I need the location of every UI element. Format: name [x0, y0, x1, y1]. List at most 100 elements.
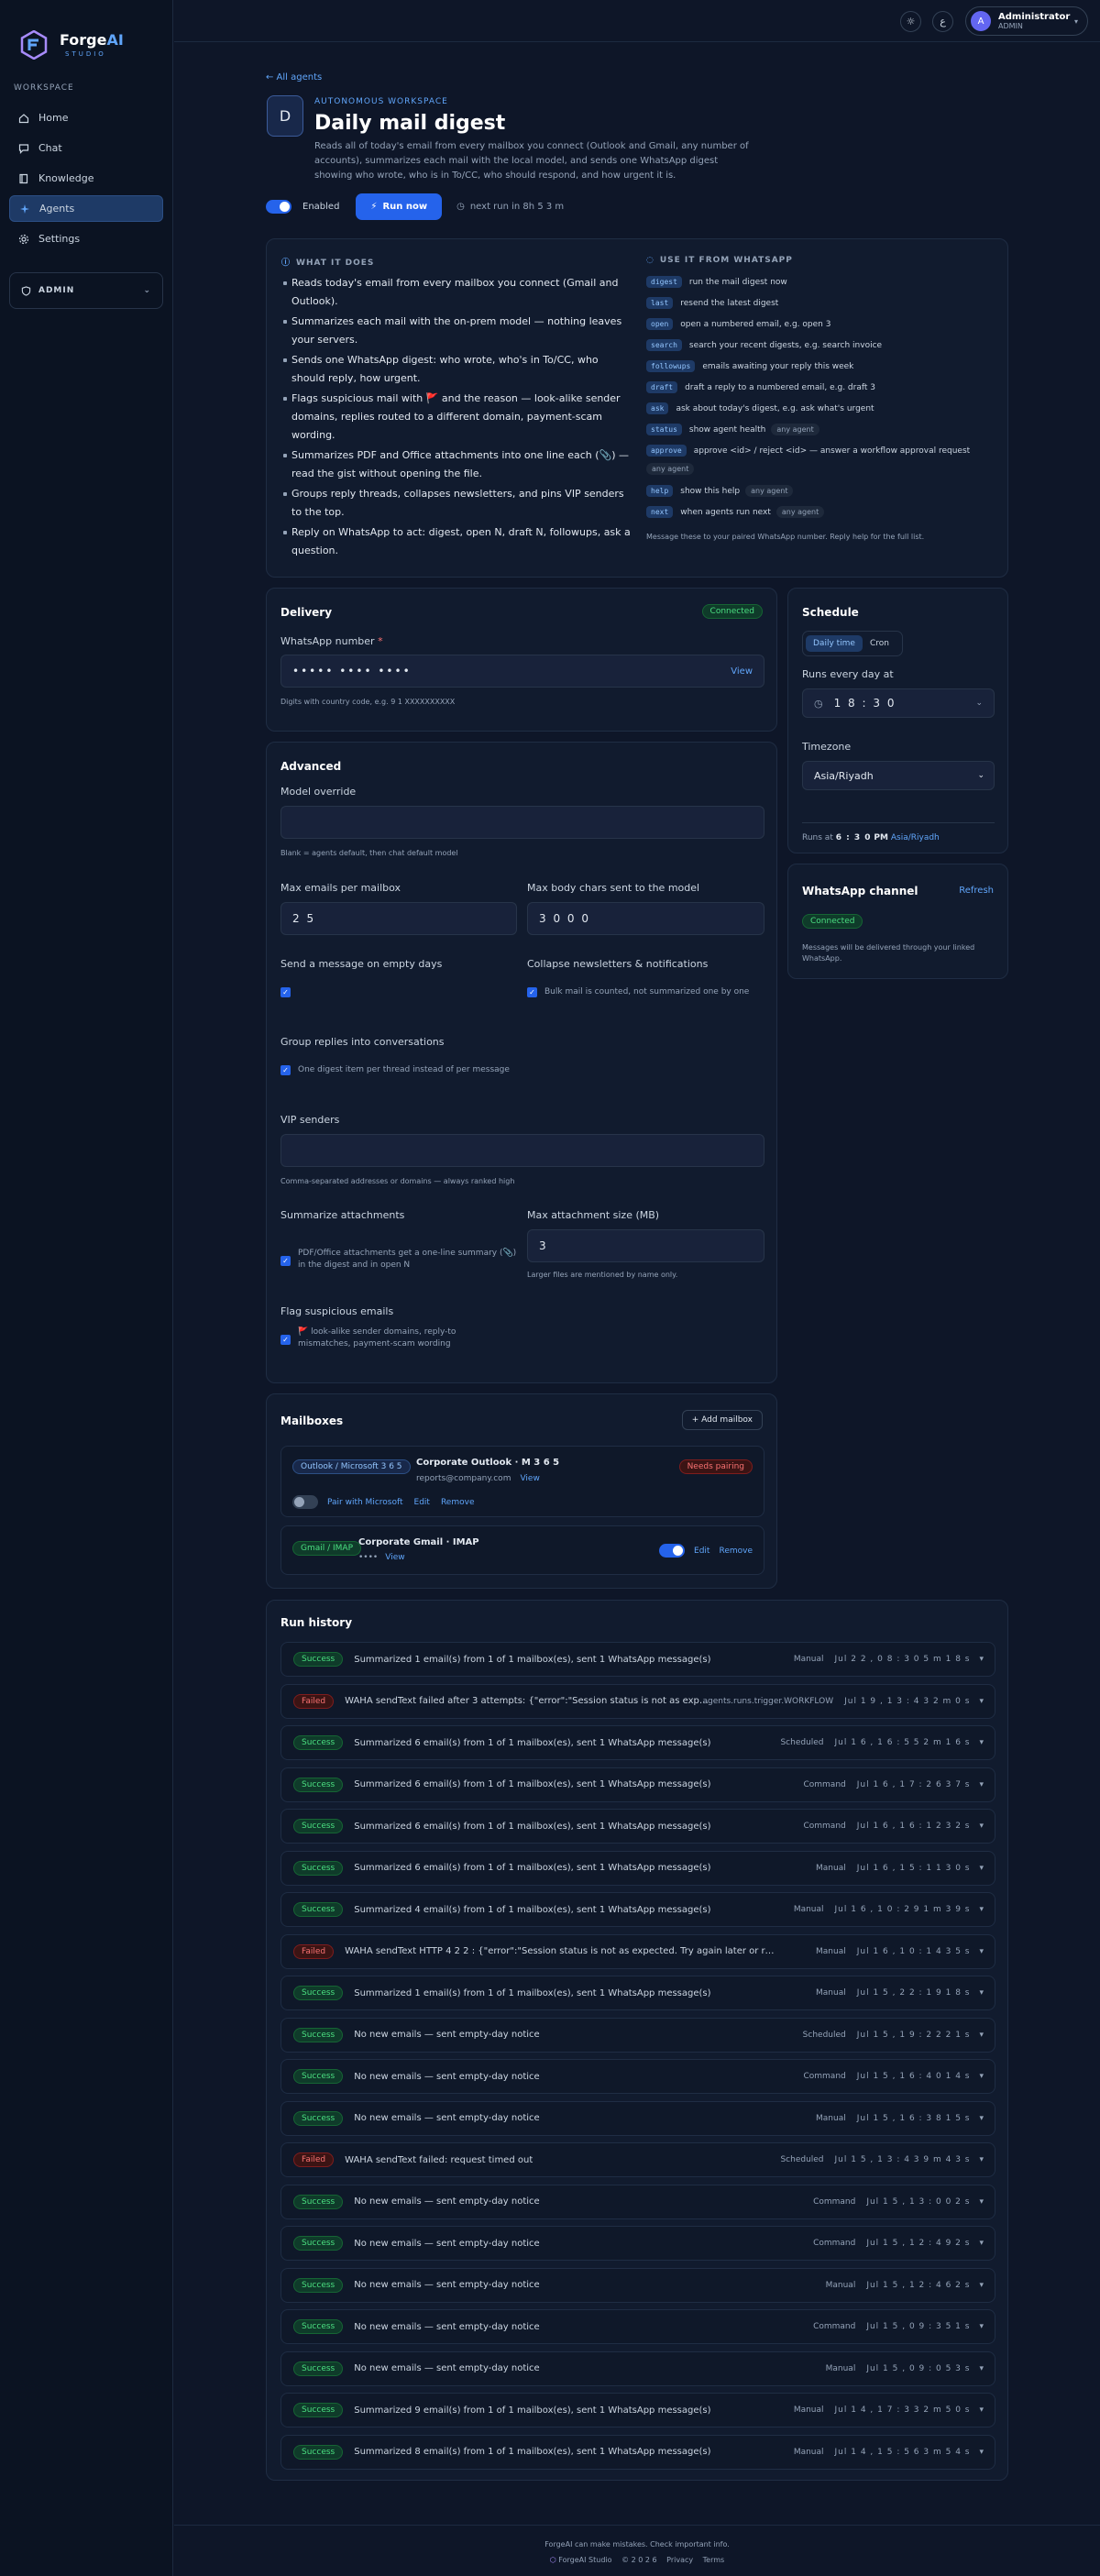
- history-meta: Scheduled Jul 1 5 , 1 3 : 4 3 9 m 4 3 s ▾: [780, 2155, 984, 2164]
- refresh-button[interactable]: Refresh: [959, 886, 994, 896]
- history-row[interactable]: Failed WAHA sendText failed: request time…: [280, 2142, 996, 2177]
- remove-button[interactable]: Remove: [441, 1498, 475, 1507]
- terms-link[interactable]: Terms: [703, 2556, 725, 2564]
- theme-toggle-button[interactable]: ☼: [900, 11, 921, 32]
- view-link[interactable]: View: [520, 1474, 539, 1483]
- command-row: next when agents run next any agent: [646, 506, 825, 518]
- brand[interactable]: ForgeAI STUDIO: [0, 0, 172, 72]
- tab-cron[interactable]: Cron: [863, 635, 896, 652]
- chevron-down-icon: ⌄: [975, 699, 984, 708]
- history-row[interactable]: Success No new emails — sent empty-day no…: [280, 2350, 996, 2386]
- history-row[interactable]: Failed WAHA sendText HTTP 4 2 2 : {"error…: [280, 1933, 996, 1969]
- summarize-attachments-checkbox[interactable]: ✓: [280, 1256, 291, 1266]
- command-row: followups emails awaiting your reply this…: [646, 360, 853, 372]
- collapse-checkbox[interactable]: ✓: [527, 987, 537, 997]
- sidebar-item-home[interactable]: Home: [9, 105, 163, 131]
- chevron-down-icon[interactable]: ▾: [979, 2031, 984, 2040]
- history-trigger: Manual: [825, 2280, 856, 2290]
- edit-button[interactable]: Edit: [694, 1547, 710, 1556]
- feature-bullet: Summarizes PDF and Office attachments in…: [283, 446, 631, 483]
- status-badge: Connected: [802, 914, 864, 929]
- chevron-down-icon[interactable]: ▾: [979, 1947, 984, 1956]
- chevron-down-icon[interactable]: ▾: [979, 2155, 984, 2164]
- chevron-down-icon[interactable]: ▾: [979, 2448, 984, 2457]
- sidebar-item-settings[interactable]: Settings: [9, 226, 163, 252]
- chevron-down-icon[interactable]: ▾: [979, 1655, 984, 1664]
- history-row[interactable]: Success Summarized 1 email(s) from 1 of 1…: [280, 1976, 996, 2010]
- history-row[interactable]: Success Summarized 6 email(s) from 1 of 1…: [280, 1725, 996, 1760]
- history-trigger: Manual: [816, 2113, 846, 2123]
- history-row[interactable]: Success No new emails — sent empty-day no…: [280, 2017, 996, 2053]
- chevron-down-icon[interactable]: ▾: [979, 2239, 984, 2248]
- empty-days-checkbox[interactable]: ✓: [280, 987, 291, 997]
- group-replies-checkbox[interactable]: ✓: [280, 1065, 291, 1075]
- chevron-down-icon[interactable]: ▾: [979, 2281, 984, 2290]
- command-row: ask ask about today's digest, e.g. ask wh…: [646, 402, 874, 414]
- history-row[interactable]: Success Summarized 6 email(s) from 1 of 1…: [280, 1767, 996, 1802]
- vip-senders-field[interactable]: [280, 1134, 764, 1167]
- language-button[interactable]: ع: [932, 11, 953, 32]
- advanced-card: Advanced Model override Blank = agents d…: [266, 742, 777, 1383]
- history-row[interactable]: Success Summarized 6 email(s) from 1 of 1…: [280, 1850, 996, 1886]
- max-chars-field[interactable]: 3 0 0 0: [527, 902, 764, 935]
- mailbox-enabled-toggle[interactable]: [292, 1495, 318, 1509]
- user-menu[interactable]: A Administrator ADMIN ▾: [965, 6, 1088, 36]
- enabled-toggle[interactable]: [266, 199, 292, 214]
- history-row[interactable]: Success Summarized 8 email(s) from 1 of 1…: [280, 2434, 996, 2470]
- max-emails-field[interactable]: 2 5: [280, 902, 517, 935]
- command-chip: help: [646, 485, 674, 497]
- history-row[interactable]: Success Summarized 6 email(s) from 1 of 1…: [280, 1809, 996, 1844]
- max-attachment-field[interactable]: 3: [527, 1229, 764, 1262]
- chevron-down-icon[interactable]: ▾: [979, 1905, 984, 1914]
- history-row[interactable]: Failed WAHA sendText failed after 3 attem…: [280, 1683, 996, 1719]
- history-row[interactable]: Success No new emails — sent empty-day no…: [280, 2059, 996, 2094]
- mailbox-actions: Pair with Microsoft Edit Remove: [292, 1495, 474, 1509]
- sidebar-item-agents[interactable]: Agents: [9, 195, 163, 222]
- collapse-label: Collapse newsletters & notifications: [527, 958, 709, 970]
- whatsapp-number-field[interactable]: ••••• •••• •••• View: [280, 655, 764, 688]
- status-badge: Success: [293, 1652, 344, 1667]
- sidebar-item-knowledge[interactable]: Knowledge: [9, 165, 163, 192]
- privacy-link[interactable]: Privacy: [666, 2556, 693, 2564]
- edit-button[interactable]: Edit: [414, 1498, 430, 1507]
- history-row[interactable]: Success No new emails — sent empty-day no…: [280, 2184, 996, 2219]
- chevron-down-icon[interactable]: ▾: [979, 2072, 984, 2081]
- chevron-down-icon[interactable]: ▾: [979, 2197, 984, 2207]
- history-row[interactable]: Success No new emails — sent empty-day no…: [280, 2309, 996, 2344]
- history-row[interactable]: Success No new emails — sent empty-day no…: [280, 2100, 996, 2136]
- chevron-down-icon[interactable]: ▾: [979, 1780, 984, 1789]
- history-row[interactable]: Success No new emails — sent empty-day no…: [280, 2226, 996, 2261]
- chevron-down-icon[interactable]: ▾: [979, 2364, 984, 2373]
- chevron-down-icon[interactable]: ▾: [979, 2322, 984, 2331]
- run-now-button[interactable]: ⚡ Run now: [356, 193, 443, 220]
- view-link[interactable]: View: [385, 1553, 404, 1562]
- history-row[interactable]: Success Summarized 1 email(s) from 1 of 1…: [280, 1642, 996, 1677]
- tab-daily-time[interactable]: Daily time: [806, 635, 863, 652]
- sidebar-item-chat[interactable]: Chat: [9, 135, 163, 161]
- add-mailbox-button[interactable]: + Add mailbox: [681, 1410, 763, 1430]
- schedule-card: Schedule Daily time Cron Runs every day …: [787, 588, 1008, 853]
- back-link[interactable]: ← All agents: [266, 72, 322, 83]
- pair-button[interactable]: Pair with Microsoft: [327, 1498, 403, 1507]
- flag-suspicious-checkbox[interactable]: ✓: [280, 1335, 291, 1345]
- admin-menu[interactable]: ADMIN ⌄: [9, 272, 163, 309]
- chevron-down-icon[interactable]: ▾: [979, 1738, 984, 1747]
- history-trigger: agents.runs.trigger.WORKFLOW: [702, 1696, 834, 1706]
- chevron-down-icon[interactable]: ▾: [979, 2114, 984, 2123]
- chevron-down-icon[interactable]: ▾: [979, 1822, 984, 1831]
- chevron-down-icon[interactable]: ▾: [979, 1988, 984, 1998]
- history-meta: agents.runs.trigger.WORKFLOW Jul 1 9 , 1 …: [702, 1697, 984, 1706]
- history-row[interactable]: Success Summarized 9 email(s) from 1 of 1…: [280, 2393, 996, 2427]
- model-override-field[interactable]: [280, 806, 764, 839]
- remove-button[interactable]: Remove: [719, 1547, 753, 1556]
- history-row[interactable]: Success No new emails — sent empty-day no…: [280, 2267, 996, 2303]
- chat-icon: [18, 143, 29, 154]
- chevron-down-icon[interactable]: ▾: [979, 1864, 984, 1873]
- view-button[interactable]: View: [731, 666, 753, 677]
- timezone-select[interactable]: Asia/Riyadh ⌄: [802, 761, 995, 790]
- chevron-down-icon[interactable]: ▾: [979, 1697, 984, 1706]
- chevron-down-icon[interactable]: ▾: [979, 2405, 984, 2415]
- mailbox-enabled-toggle[interactable]: [659, 1544, 686, 1558]
- history-row[interactable]: Success Summarized 4 email(s) from 1 of 1…: [280, 1892, 996, 1927]
- time-field[interactable]: ◷ 1 8 : 3 0 ⌄: [802, 688, 995, 718]
